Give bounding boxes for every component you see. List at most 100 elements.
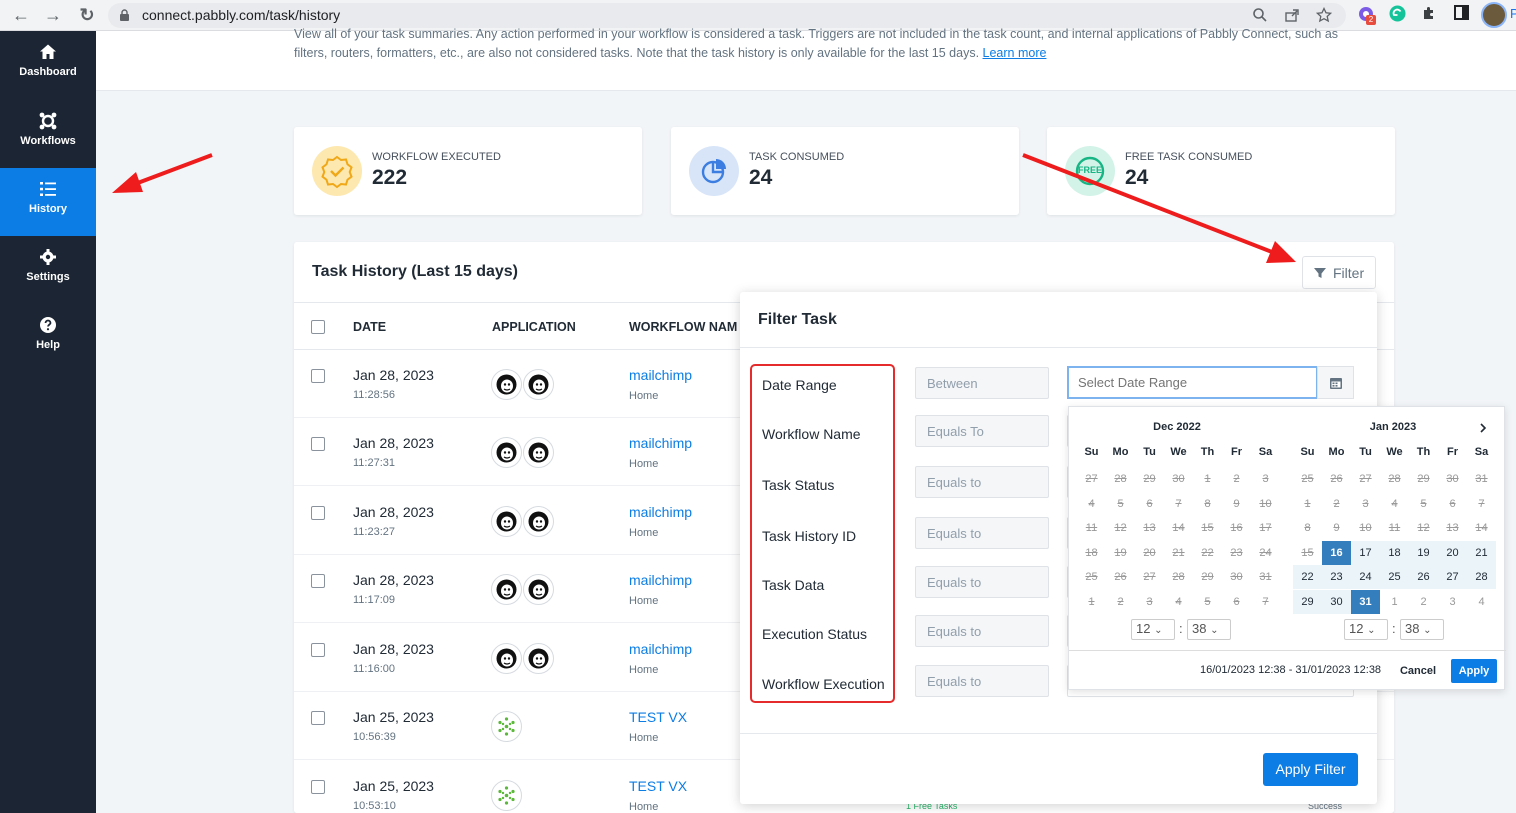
calendar-day[interactable]: 25 — [1380, 565, 1409, 589]
extension-icon[interactable]: 2 — [1355, 5, 1377, 25]
calendar-day[interactable]: 16 — [1322, 540, 1351, 565]
filter-button[interactable]: Filter — [1302, 256, 1376, 289]
grammarly-icon[interactable] — [1386, 5, 1408, 25]
calendar-day: 29 — [1417, 473, 1430, 485]
row-checkbox[interactable] — [311, 437, 325, 451]
chevron-down-icon: ⌄ — [1154, 625, 1163, 636]
info-text: View all of your task summaries. Any act… — [294, 25, 1384, 63]
calendar-day[interactable]: 29 — [1293, 589, 1322, 614]
operator-select-workflow-name[interactable]: Equals To — [915, 415, 1049, 447]
calendar-day[interactable]: 31 — [1351, 589, 1380, 614]
operator-select-task-status[interactable]: Equals to — [915, 466, 1049, 498]
calendar-day: 26 — [1114, 571, 1127, 583]
calendar-button[interactable] — [1317, 366, 1354, 399]
info-banner: View all of your task summaries. Any act… — [96, 27, 1516, 91]
calendar-day: 3 — [1362, 497, 1369, 510]
calendar-day[interactable]: 22 — [1293, 565, 1322, 589]
calendar-day: 29 — [1201, 571, 1214, 583]
sidebar-item-settings[interactable]: Settings — [0, 236, 96, 304]
sidebar-item-dashboard[interactable]: Dashboard — [0, 31, 96, 99]
avatar[interactable] — [1481, 2, 1507, 28]
sidepanel-icon[interactable] — [1450, 5, 1472, 25]
left-hour-select[interactable]: 12 ⌄ — [1131, 619, 1175, 640]
modal-title: Filter Task — [758, 311, 837, 328]
row-workflow-link[interactable]: mailchimp — [629, 572, 692, 588]
row-time: 11:28:56 — [353, 389, 396, 401]
minute-value: 38 — [1405, 621, 1420, 636]
operator-select-workflow-execution[interactable]: Equals to — [915, 665, 1049, 697]
calendar-day[interactable]: 2 — [1409, 590, 1438, 614]
sidebar-item-label: Settings — [26, 271, 70, 283]
calendar-day[interactable]: 23 — [1322, 565, 1351, 589]
lock-icon — [120, 9, 129, 21]
calendar-day[interactable]: 27 — [1438, 565, 1467, 589]
calendar-day: 28 — [1172, 571, 1185, 583]
calendar-day[interactable]: 30 — [1322, 589, 1351, 614]
calendar-day[interactable]: 26 — [1409, 565, 1438, 589]
row-checkbox[interactable] — [311, 574, 325, 588]
calendar-day[interactable]: 3 — [1438, 590, 1467, 614]
calendar-day: 4 — [1088, 497, 1095, 510]
calendar-day: 29 — [1143, 473, 1156, 485]
date-range-input[interactable] — [1067, 366, 1318, 399]
back-arrow-icon[interactable]: ← — [10, 4, 32, 26]
left-minute-select[interactable]: 38 ⌄ — [1187, 619, 1231, 640]
cancel-button[interactable]: Cancel — [1390, 660, 1446, 682]
row-time: 10:53:10 — [353, 800, 396, 812]
right-minute-select[interactable]: 38 ⌄ — [1400, 619, 1444, 640]
calendar-day[interactable]: 21 — [1467, 540, 1496, 565]
calendar-day[interactable]: 17 — [1351, 540, 1380, 565]
row-checkbox[interactable] — [311, 643, 325, 657]
calendar-day: 12 — [1114, 522, 1127, 534]
row-workflow-link[interactable]: TEST VX — [629, 778, 687, 794]
calendar-day[interactable]: 18 — [1380, 540, 1409, 565]
calendar-day[interactable]: 24 — [1351, 565, 1380, 589]
row-workflow-link[interactable]: TEST VX — [629, 709, 687, 725]
calendar-day[interactable]: 4 — [1467, 590, 1496, 614]
calendar-day: 3 — [1146, 595, 1153, 608]
calendar-day[interactable]: 19 — [1409, 540, 1438, 565]
mailchimp-icon — [523, 506, 554, 537]
date-range-picker: Dec 2022 Su Mo Tu We Th Fr Sa 27 28 29 30 1 2 3 4 5 6 7 8 9… — [1068, 406, 1506, 690]
apply-button[interactable]: Apply — [1451, 659, 1497, 683]
forward-arrow-icon[interactable]: → — [42, 4, 64, 26]
row-checkbox[interactable] — [311, 506, 325, 520]
operator-select-date-range[interactable]: Between — [915, 367, 1049, 399]
operator-select-task-history-id[interactable]: Equals to — [915, 517, 1049, 549]
calendar-day[interactable]: 28 — [1467, 565, 1496, 589]
right-hour-select[interactable]: 12 ⌄ — [1344, 619, 1388, 640]
apply-filter-button[interactable]: Apply Filter — [1263, 753, 1358, 786]
row-checkbox[interactable] — [311, 711, 325, 725]
learn-more-link[interactable]: Learn more — [983, 46, 1047, 60]
sidebar-item-help[interactable]: Help — [0, 304, 96, 372]
row-workflow-link[interactable]: mailchimp — [629, 367, 692, 383]
calendar-day: 13 — [1143, 522, 1156, 534]
select-all-checkbox[interactable] — [311, 320, 325, 334]
reload-icon[interactable]: ↻ — [76, 4, 98, 26]
row-date: Jan 25, 2023 — [353, 778, 434, 794]
row-workflow-link[interactable]: mailchimp — [629, 641, 692, 657]
operator-select-task-data[interactable]: Equals to — [915, 566, 1049, 598]
weekday-header: Th — [1416, 446, 1431, 458]
row-checkbox[interactable] — [311, 780, 325, 794]
calendar-day: 27 — [1143, 571, 1156, 583]
row-checkbox[interactable] — [311, 369, 325, 383]
bookmark-star-icon[interactable] — [1316, 7, 1332, 23]
row-workflow-link[interactable]: mailchimp — [629, 435, 692, 451]
weekday-header: Tu — [1359, 446, 1372, 458]
row-workflow-link[interactable]: mailchimp — [629, 504, 692, 520]
calendar-day: 8 — [1304, 522, 1311, 534]
share-icon[interactable] — [1284, 7, 1300, 23]
chevron-right-icon[interactable] — [1479, 423, 1487, 433]
calendar-day[interactable]: 1 — [1380, 590, 1409, 614]
sidebar-item-workflows[interactable]: Workflows — [0, 100, 96, 168]
calendar-day: 5 — [1420, 497, 1427, 510]
puzzle-icon[interactable] — [1418, 5, 1440, 25]
operator-select-execution-status[interactable]: Equals to — [915, 615, 1049, 647]
sidebar-item-history[interactable]: History — [0, 168, 96, 236]
info-line-2: filters, routers, formatters, etc., are … — [294, 46, 980, 60]
row-time: 10:56:39 — [353, 731, 396, 743]
list-icon — [40, 182, 56, 196]
zoom-icon[interactable] — [1252, 7, 1268, 23]
calendar-day[interactable]: 20 — [1438, 540, 1467, 565]
